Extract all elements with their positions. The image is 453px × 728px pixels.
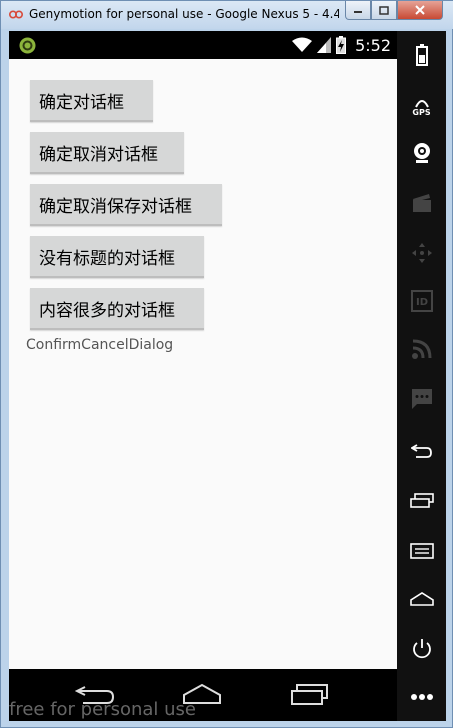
side-recents-button[interactable]	[397, 485, 446, 517]
close-button[interactable]	[397, 1, 443, 20]
back-icon	[410, 444, 432, 458]
more-options-button[interactable]	[397, 681, 446, 713]
recents-icon	[409, 493, 434, 508]
sms-widget[interactable]	[397, 383, 446, 415]
gps-label: GPS	[412, 107, 431, 117]
capture-widget[interactable]	[397, 187, 446, 219]
clock: 5:52	[355, 35, 391, 55]
side-menu-button[interactable]	[397, 535, 446, 567]
close-icon	[415, 5, 425, 15]
move-icon	[411, 243, 432, 263]
battery-icon	[415, 44, 428, 66]
move-widget[interactable]	[397, 237, 446, 269]
device-frame: 5:52 确定对话框 确定取消对话框 确定取消保存对话框 没有标题的对话框 内容…	[9, 31, 446, 721]
battery-widget[interactable]	[397, 39, 446, 71]
genymotion-icon	[19, 37, 36, 54]
network-widget[interactable]	[397, 333, 446, 365]
identifier-widget[interactable]: ID	[397, 285, 446, 317]
maximize-button[interactable]	[371, 1, 397, 20]
no-title-dialog-button[interactable]: 没有标题的对话框	[30, 236, 204, 278]
confirm-dialog-button[interactable]: 确定对话框	[30, 80, 153, 122]
side-back-button[interactable]	[397, 435, 446, 467]
app-icon	[9, 10, 23, 19]
home-icon	[409, 592, 434, 606]
minimize-icon	[354, 11, 362, 13]
app-screen: 确定对话框 确定取消对话框 确定取消保存对话框 没有标题的对话框 内容很多的对话…	[9, 59, 397, 669]
camera-widget[interactable]	[397, 137, 446, 169]
watermark: free for personal use	[9, 699, 196, 720]
wifi-icon	[292, 37, 313, 52]
status-bar: 5:52	[9, 31, 397, 59]
status-icons: 5:52	[292, 34, 391, 56]
maximize-icon	[379, 5, 389, 15]
genymotion-sidebar: GPS ID	[397, 31, 446, 721]
chat-icon	[411, 389, 432, 409]
confirm-cancel-dialog-button[interactable]: 确定取消对话框	[30, 132, 184, 174]
id-icon: ID	[410, 290, 433, 312]
long-content-dialog-button[interactable]: 内容很多的对话框	[30, 288, 204, 330]
side-home-button[interactable]	[397, 583, 446, 615]
title-bar[interactable]: Genymotion for personal use - Google Nex…	[1, 1, 453, 29]
dialog-result-text: ConfirmCancelDialog	[26, 337, 174, 353]
recents-icon[interactable]	[291, 683, 329, 705]
clapper-icon	[412, 194, 431, 212]
more-icon	[410, 694, 433, 700]
gps-widget[interactable]: GPS	[397, 91, 446, 123]
gps-icon	[414, 99, 429, 107]
confirm-cancel-save-dialog-button[interactable]: 确定取消保存对话框	[30, 184, 222, 226]
minimize-button[interactable]	[345, 1, 371, 20]
menu-icon	[409, 543, 434, 559]
id-label: ID	[415, 297, 427, 308]
camera-icon	[413, 143, 430, 163]
rss-icon	[411, 339, 431, 359]
window-title: Genymotion for personal use - Google Nex…	[29, 7, 339, 21]
signal-icon	[317, 37, 332, 53]
power-icon	[412, 639, 431, 659]
battery-icon	[336, 36, 347, 54]
power-button[interactable]	[397, 633, 446, 665]
genymotion-window: Genymotion for personal use - Google Nex…	[0, 0, 453, 728]
